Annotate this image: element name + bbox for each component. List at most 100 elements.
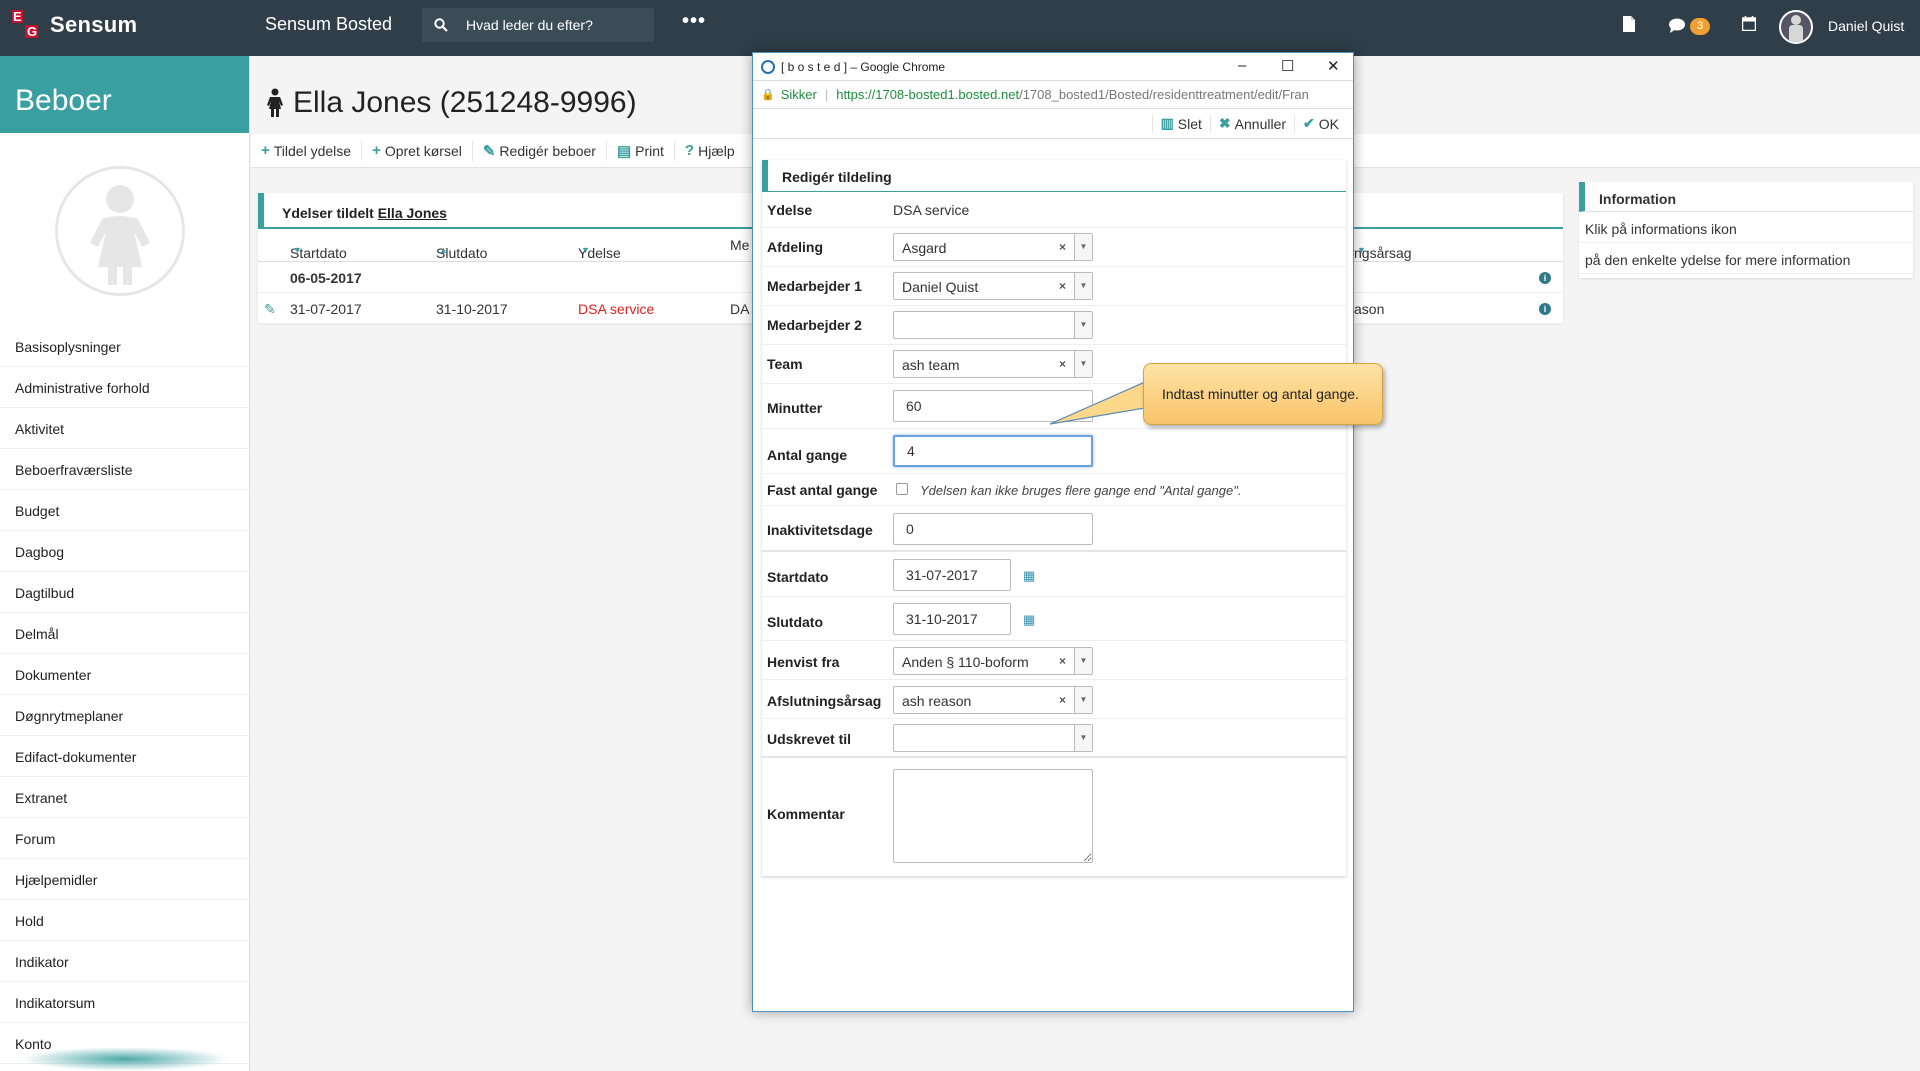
udskrevet-til-select[interactable]: ▼ (893, 724, 1093, 752)
sidebar-item-indikator[interactable]: Indikator (0, 941, 250, 982)
row-henvist-fra: Henvist fra Anden § 110-boform × ▼ (762, 641, 1346, 680)
row-afslutningsaarsag: ason (1354, 301, 1385, 317)
sidebar-item-beboerfravaersliste[interactable]: Beboerfraværsliste (0, 449, 250, 490)
medarbejder-2-select[interactable]: ▼ (893, 311, 1093, 339)
information-panel: Information Klik på informations ikon på… (1579, 182, 1913, 278)
information-line-2: på den enkelte ydelse for mere informati… (1579, 243, 1913, 274)
sidebar-title: Beboer (0, 56, 249, 133)
startdato-input[interactable] (893, 559, 1011, 591)
sensum-logo[interactable]: E G Sensum (12, 9, 137, 40)
team-select[interactable]: ash team × ▼ (893, 350, 1093, 378)
app-title[interactable]: Sensum Bosted (265, 14, 392, 35)
eg-logo-icon: E G (12, 9, 38, 39)
calendar-icon[interactable]: ▦ (1023, 568, 1035, 584)
antal-gange-input[interactable] (893, 435, 1093, 467)
more-menu-button[interactable]: ••• (682, 10, 706, 33)
sidebar-item-dagbog[interactable]: Dagbog (0, 531, 250, 572)
ok-button[interactable]: ✔ OK (1294, 114, 1347, 133)
sidebar-item-dagtilbud[interactable]: Dagtilbud (0, 572, 250, 613)
sidebar-item-dokumenter[interactable]: Dokumenter (0, 654, 250, 695)
clear-icon[interactable]: × (1059, 693, 1066, 707)
fast-antal-gange-checkbox[interactable] (896, 483, 908, 495)
calendar-icon[interactable] (1742, 16, 1756, 31)
rediger-beboer-button[interactable]: ✎ Redigér beboer (473, 140, 607, 161)
document-icon[interactable] (1622, 16, 1636, 32)
edit-assignment-popup-window: [ b o s t e d ] – Google Chrome – ☐ ✕ 🔒 … (752, 52, 1354, 1012)
plus-icon: + (261, 142, 270, 159)
row-startdato: 31-07-2017 (290, 301, 362, 317)
sidebar-item-hjaelpemidler[interactable]: Hjælpemidler (0, 859, 250, 900)
chevron-down-icon[interactable]: ▼ (1074, 312, 1092, 338)
sidebar-item-doegnrytmeplaner[interactable]: Døgnrytmeplaner (0, 695, 250, 736)
column-medarbejder[interactable]: Me (730, 237, 749, 253)
help-button[interactable]: ? Hjælp (675, 141, 745, 161)
row-kommentar: Kommentar (762, 758, 1346, 876)
tildel-ydelse-button[interactable]: + Tildel ydelse (251, 140, 363, 161)
sidebar-item-aktivitet[interactable]: Aktivitet (0, 408, 250, 449)
popup-toolbar: ▥ Slet ✖ Annuller ✔ OK (753, 109, 1353, 139)
calendar-icon[interactable]: ▦ (1023, 612, 1035, 628)
afdeling-select[interactable]: Asgard × ▼ (893, 233, 1093, 261)
label-minutter: Minutter (767, 400, 823, 416)
label-team: Team (767, 356, 803, 372)
sidebar-menu: Basisoplysninger Administrative forhold … (0, 326, 250, 1064)
user-name[interactable]: Daniel Quist (1828, 18, 1904, 34)
notification-badge: 3 (1690, 18, 1710, 35)
user-avatar[interactable] (1779, 10, 1813, 44)
global-search[interactable] (422, 8, 654, 42)
minimize-button[interactable]: – (1238, 57, 1246, 74)
sidebar-item-budget[interactable]: Budget (0, 490, 250, 531)
chevron-down-icon[interactable]: ▼ (1074, 725, 1092, 751)
row-ydelse[interactable]: DSA service (578, 301, 654, 317)
sidebar-item-basisoplysninger[interactable]: Basisoplysninger (0, 326, 250, 367)
afslutningsaarsag-select[interactable]: ash reason × ▼ (893, 686, 1093, 714)
sidebar-item-edifact-dokumenter[interactable]: Edifact-dokumenter (0, 736, 250, 777)
secure-label: Sikker (780, 87, 817, 102)
sidebar-item-delmaal[interactable]: Delmål (0, 613, 250, 654)
clear-icon[interactable]: × (1059, 279, 1066, 293)
info-icon[interactable]: i (1539, 272, 1551, 284)
chevron-down-icon[interactable]: ▼ (1074, 687, 1092, 713)
chevron-down-icon[interactable]: ▼ (1074, 351, 1092, 377)
henvist-fra-select[interactable]: Anden § 110-boform × ▼ (893, 647, 1093, 675)
edit-assignment-form: Redigér tildeling Ydelse DSA service Afd… (762, 160, 1346, 876)
opret-koersel-button[interactable]: + Opret kørsel (362, 140, 473, 161)
resident-link[interactable]: Ella Jones (378, 205, 447, 221)
check-icon: ✔ (1303, 115, 1315, 131)
chat-icon[interactable] (1668, 18, 1686, 33)
information-title: Information (1579, 182, 1913, 212)
medarbejder-1-select[interactable]: Daniel Quist × ▼ (893, 272, 1093, 300)
chevron-down-icon[interactable]: ▼ (1074, 273, 1092, 299)
sidebar-item-indikatorsum[interactable]: Indikatorsum (0, 982, 250, 1023)
annuller-button[interactable]: ✖ Annuller (1209, 114, 1294, 133)
label-antal-gange: Antal gange (767, 447, 848, 463)
close-window-button[interactable]: ✕ (1327, 57, 1340, 75)
plus-icon: + (372, 142, 381, 159)
chrome-page-icon (761, 59, 775, 74)
clear-icon[interactable]: × (1059, 240, 1066, 254)
chevron-down-icon[interactable]: ▼ (1074, 648, 1092, 674)
maximize-button[interactable]: ☐ (1281, 57, 1294, 75)
person-icon (1789, 15, 1803, 42)
row-afdeling: Afdeling Asgard × ▼ (762, 228, 1346, 267)
slet-button[interactable]: ▥ Slet (1151, 114, 1210, 133)
kommentar-textarea[interactable] (893, 769, 1093, 863)
resident-avatar (55, 166, 185, 296)
edit-pencil-icon[interactable]: ✎ (264, 301, 276, 318)
slutdato-input[interactable] (893, 603, 1011, 635)
clear-icon[interactable]: × (1059, 357, 1066, 371)
clear-icon[interactable]: × (1059, 654, 1066, 668)
search-input[interactable] (466, 17, 626, 33)
sidebar-item-forum[interactable]: Forum (0, 818, 250, 859)
inaktivitetsdage-input[interactable] (893, 513, 1093, 545)
row-medarbejder-2: Medarbejder 2 ▼ (762, 306, 1346, 345)
address-bar[interactable]: 🔒 Sikker | https://1708-bosted1.bosted.n… (753, 81, 1353, 109)
print-button[interactable]: ▤ Print (607, 140, 675, 161)
sidebar-item-administrative-forhold[interactable]: Administrative forhold (0, 367, 250, 408)
sidebar-item-hold[interactable]: Hold (0, 900, 250, 941)
label-afdeling: Afdeling (767, 239, 823, 255)
value-ydelse: DSA service (893, 202, 970, 218)
chevron-down-icon[interactable]: ▼ (1074, 234, 1092, 260)
info-icon[interactable]: i (1539, 303, 1551, 315)
sidebar-item-extranet[interactable]: Extranet (0, 777, 250, 818)
